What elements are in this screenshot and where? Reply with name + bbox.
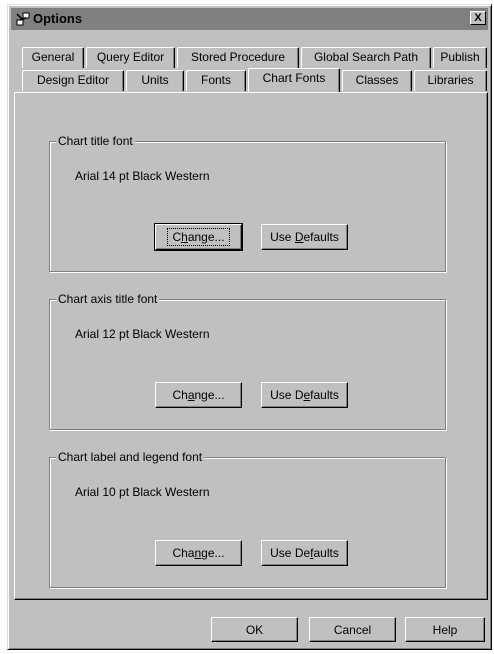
change-label-legend-font-button[interactable]: Change...	[155, 540, 242, 566]
options-app-icon	[15, 11, 31, 27]
tab-fonts[interactable]: Fonts	[186, 70, 246, 91]
use-defaults-axis-title-font-button[interactable]: Use Defaults	[261, 382, 348, 408]
ok-button[interactable]: OK	[211, 617, 298, 642]
tab-classes[interactable]: Classes	[342, 70, 412, 91]
use-defaults-title-font-button[interactable]: Use Defaults	[261, 224, 348, 250]
close-button[interactable]: X	[470, 11, 486, 25]
tab-general[interactable]: General	[22, 47, 84, 68]
chart-axis-title-font-group: Chart axis title font Arial 12 pt Black …	[49, 292, 446, 430]
use-defaults-label-legend-font-button[interactable]: Use Defaults	[261, 540, 348, 566]
chart-title-font-group: Chart title font Arial 14 pt Black Weste…	[49, 134, 446, 272]
chart-label-legend-font-group: Chart label and legend font Arial 10 pt …	[49, 450, 446, 588]
window-title: Options	[33, 11, 83, 26]
tab-chart-fonts[interactable]: Chart Fonts	[248, 68, 340, 92]
group-title: Chart axis title font	[56, 292, 160, 306]
tab-libraries[interactable]: Libraries	[414, 70, 487, 91]
close-icon: X	[474, 12, 482, 24]
group-title: Chart label and legend font	[56, 450, 205, 464]
chart-fonts-panel: Chart title font Arial 14 pt Black Weste…	[14, 92, 488, 600]
tab-publish[interactable]: Publish	[433, 47, 487, 68]
tab-design-editor[interactable]: Design Editor	[22, 70, 124, 91]
font-description: Arial 10 pt Black Western	[75, 485, 210, 499]
change-axis-title-font-button[interactable]: Change...	[155, 382, 242, 408]
help-button[interactable]: Help	[405, 617, 485, 642]
group-title: Chart title font	[56, 134, 135, 148]
tab-query-editor[interactable]: Query Editor	[86, 47, 175, 68]
font-description: Arial 14 pt Black Western	[75, 169, 210, 183]
font-description: Arial 12 pt Black Western	[75, 327, 210, 341]
change-title-font-button[interactable]: Change...	[154, 223, 243, 251]
tab-units[interactable]: Units	[126, 70, 184, 91]
cancel-button[interactable]: Cancel	[309, 617, 396, 642]
options-dialog: Options X General Query Editor Stored Pr…	[7, 4, 492, 650]
title-bar[interactable]: Options X	[11, 8, 488, 30]
tab-stored-procedure[interactable]: Stored Procedure	[177, 47, 299, 68]
tab-global-search-path[interactable]: Global Search Path	[301, 47, 431, 68]
